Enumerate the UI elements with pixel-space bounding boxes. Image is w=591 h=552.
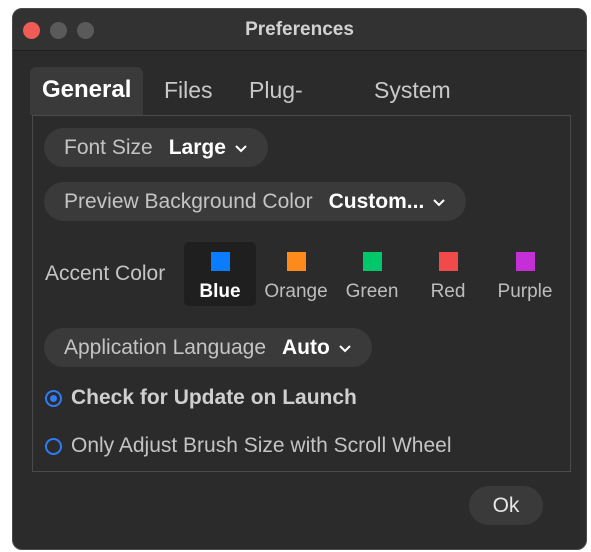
- application-language-dropdown[interactable]: Application Language Auto: [44, 328, 372, 367]
- title-bar: Preferences: [13, 9, 586, 51]
- accent-option-orange[interactable]: Orange: [259, 242, 333, 306]
- chevron-down-icon: [339, 344, 351, 352]
- window-title: Preferences: [245, 19, 354, 40]
- font-size-dropdown[interactable]: Font Size Large: [44, 128, 268, 167]
- accent-option-blue[interactable]: Blue: [184, 242, 256, 306]
- radio-selected-icon[interactable]: [45, 389, 62, 407]
- tab-general[interactable]: General: [30, 67, 144, 115]
- application-language-label: Application Language: [64, 335, 267, 359]
- font-size-label: Font Size: [64, 135, 153, 159]
- blue-swatch: [210, 252, 230, 271]
- accent-option-label: Orange: [264, 281, 328, 302]
- preview-background-label: Preview Background Color: [64, 189, 313, 213]
- accent-color-label: Accent Color: [45, 262, 166, 285]
- chevron-down-icon: [235, 144, 247, 152]
- purple-swatch: [515, 252, 535, 271]
- accent-option-purple[interactable]: Purple: [487, 242, 563, 306]
- application-language-value: Auto: [282, 335, 330, 359]
- accent-option-label: Green: [345, 281, 399, 302]
- red-swatch: [438, 252, 458, 271]
- preview-background-dropdown[interactable]: Preview Background Color Custom...: [44, 182, 467, 221]
- orange-swatch: [286, 252, 306, 271]
- check-update-option[interactable]: Check for Update on Launch: [45, 386, 357, 410]
- accent-option-label: Purple: [497, 281, 553, 302]
- preview-background-value: Custom...: [328, 189, 425, 213]
- green-swatch: [362, 252, 382, 271]
- ok-button[interactable]: Ok: [469, 486, 543, 525]
- font-size-value: Large: [168, 135, 226, 159]
- check-update-label: Check for Update on Launch: [71, 386, 357, 409]
- brush-scroll-label: Only Adjust Brush Size with Scroll Wheel: [71, 434, 452, 457]
- radio-empty-icon[interactable]: [45, 437, 62, 455]
- general-settings-panel: Font Size Large Preview Background Color…: [32, 115, 571, 472]
- accent-option-green[interactable]: Green: [337, 242, 407, 306]
- brush-scroll-option[interactable]: Only Adjust Brush Size with Scroll Wheel: [45, 434, 451, 458]
- tab-plug-ins[interactable]: Plug-ins: [237, 67, 315, 149]
- preferences-window: Preferences General Files Plug-ins Syste…: [12, 8, 587, 550]
- accent-option-label: Blue: [199, 281, 241, 302]
- accent-option-label: Red: [430, 281, 466, 302]
- tab-files[interactable]: Files: [152, 67, 225, 115]
- tab-system[interactable]: System: [362, 67, 463, 115]
- accent-option-red[interactable]: Red: [415, 242, 481, 306]
- chevron-down-icon: [433, 198, 446, 206]
